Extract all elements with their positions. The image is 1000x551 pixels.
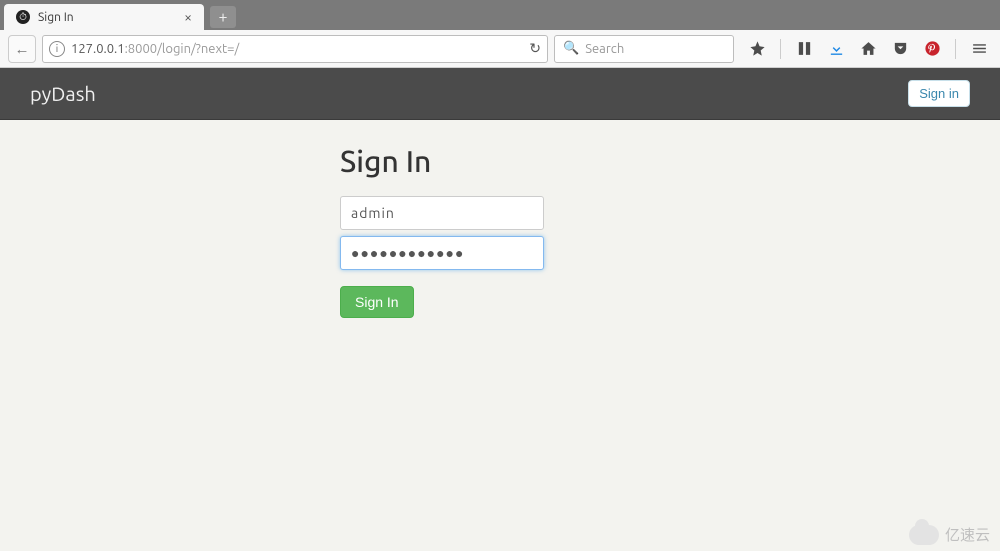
- browser-chrome: ⏱ Sign In × + ← i 127.0.0.1:8000/login/?…: [0, 0, 1000, 68]
- downloads-icon[interactable]: [827, 40, 845, 58]
- watermark: 亿速云: [909, 524, 990, 545]
- toolbar-icons: [740, 39, 992, 59]
- password-input[interactable]: [351, 245, 533, 261]
- back-button[interactable]: ←: [8, 35, 36, 63]
- username-input[interactable]: [351, 205, 533, 221]
- bookmark-star-icon[interactable]: [748, 40, 766, 58]
- page-heading: Sign In: [340, 144, 1000, 178]
- search-placeholder: Search: [585, 42, 624, 56]
- search-icon: 🔍: [563, 41, 579, 56]
- browser-tab-active[interactable]: ⏱ Sign In ×: [4, 4, 204, 30]
- site-info-icon[interactable]: i: [49, 41, 65, 57]
- url-host: 127.0.0.1: [71, 42, 125, 56]
- tab-title: Sign In: [38, 11, 176, 24]
- app-navbar: pyDash Sign in: [0, 68, 1000, 120]
- toolbar-separator: [955, 39, 956, 59]
- nav-signin-button[interactable]: Sign in: [908, 80, 970, 107]
- address-bar[interactable]: i 127.0.0.1:8000/login/?next=/ ↻: [42, 35, 548, 63]
- search-bar[interactable]: 🔍 Search: [554, 35, 734, 63]
- arrow-left-icon: ←: [15, 40, 30, 58]
- signin-submit-button[interactable]: Sign In: [340, 286, 414, 318]
- reading-list-icon[interactable]: [795, 40, 813, 58]
- menu-icon[interactable]: [970, 40, 988, 58]
- username-field[interactable]: [340, 196, 544, 230]
- browser-toolbar: ← i 127.0.0.1:8000/login/?next=/ ↻ 🔍 Sea…: [0, 30, 1000, 68]
- watermark-text: 亿速云: [945, 524, 990, 545]
- home-icon[interactable]: [859, 40, 877, 58]
- login-page: Sign In Sign In: [0, 120, 1000, 318]
- url-path: :8000/login/?next=/: [125, 42, 240, 56]
- cloud-icon: [909, 525, 939, 545]
- new-tab-button[interactable]: +: [210, 6, 236, 28]
- reload-icon[interactable]: ↻: [529, 40, 541, 57]
- pocket-icon[interactable]: [891, 40, 909, 58]
- tab-favicon: ⏱: [16, 10, 30, 24]
- tab-close-icon[interactable]: ×: [184, 9, 192, 25]
- tab-strip: ⏱ Sign In × +: [0, 0, 1000, 30]
- brand-title: pyDash: [30, 82, 96, 105]
- toolbar-separator: [780, 39, 781, 59]
- password-field[interactable]: [340, 236, 544, 270]
- pinterest-icon[interactable]: [923, 40, 941, 58]
